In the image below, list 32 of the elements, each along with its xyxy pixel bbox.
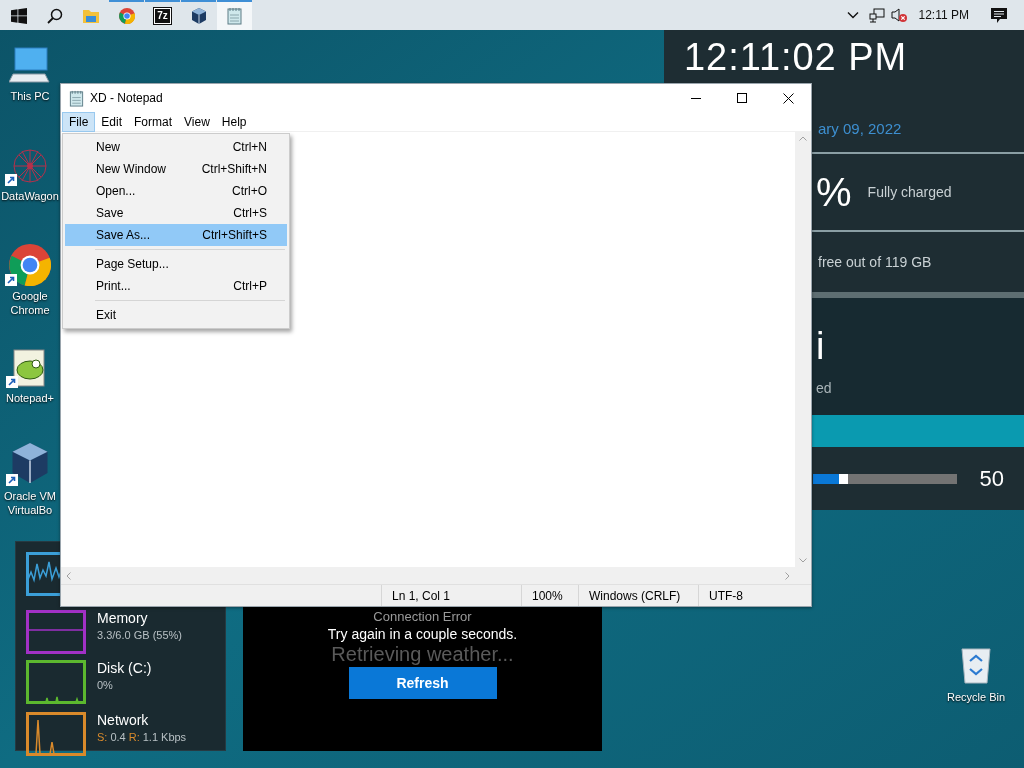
window-title: XD - Notepad [90, 90, 163, 107]
battery-status: Fully charged [867, 182, 952, 202]
clock-display: 12:11:02 PM [683, 35, 909, 76]
meter-name: Memory [97, 610, 149, 627]
status-text: 100% [521, 585, 578, 606]
shortcut-label: Oracle VM VirtualBo [3, 489, 57, 517]
volume-reading: 50 [979, 465, 1004, 493]
meter-name: Network [97, 712, 150, 729]
shortcut-label: Recycle Bin [946, 690, 1006, 705]
status-text: Windows (CRLF) [578, 585, 698, 606]
meter-value: 3.3/6.0 GB (55%) [97, 628, 182, 643]
shortcut-label: Notepad+ [5, 391, 55, 405]
received-value: 1.1 Kbps [142, 730, 187, 745]
shortcut-label: This PC [9, 89, 51, 103]
loading-text: Retrieving weather... [331, 643, 514, 665]
wifi-status: ed [816, 379, 833, 398]
wifi-name: i [816, 326, 826, 366]
shortcut-label: DataWagon [1, 189, 59, 203]
disk-space-text: free out of 119 GB [818, 252, 932, 272]
meter-value: 0% [97, 678, 114, 693]
error-title: Connection Error [373, 609, 472, 625]
sent-value: 0.4 [110, 730, 126, 745]
battery-percent: % [816, 172, 852, 212]
sent-label: S: [97, 730, 108, 745]
error-message: Try again in a couple seconds. [327, 625, 518, 643]
meter-name: Disk (C:) [97, 660, 152, 677]
shortcut-label: Google Chrome [9, 289, 51, 317]
status-text: Ln 1, Col 1 [381, 585, 521, 606]
status-text: UTF-8 [698, 585, 798, 606]
archive-app-icon: 7z [154, 8, 171, 24]
date-display: ary 09, 2022 [818, 119, 902, 139]
received-label: R: [128, 730, 140, 745]
